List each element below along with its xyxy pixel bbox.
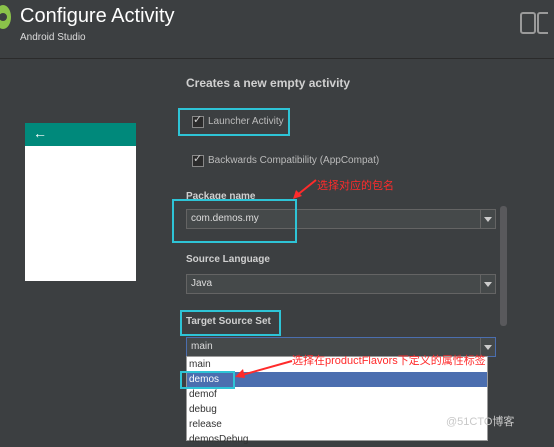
device-icon (520, 12, 548, 34)
target-source-set-value: main (191, 341, 213, 352)
annotation-arrow-icon (235, 360, 293, 378)
checkbox-check-icon (192, 113, 204, 128)
package-dropdown-arrow-icon[interactable] (480, 210, 495, 228)
android-studio-logo-icon (0, 5, 11, 29)
dropdown-option-demosdebug[interactable]: demosDebug (187, 432, 487, 447)
scrollbar[interactable] (500, 206, 507, 326)
launcher-activity-label: Launcher Activity (208, 116, 284, 128)
flavor-annotation: 选择在productFlavors下定义的属性标签 (292, 355, 486, 367)
back-arrow-icon: ← (33, 125, 47, 141)
package-highlight (172, 199, 297, 243)
source-set-dropdown-list[interactable]: main demos demof debug release demosDebu… (186, 356, 488, 445)
annotation-arrow-icon (293, 179, 317, 199)
window-header: Configure Activity Android Studio (0, 0, 554, 59)
dropdown-option-debug[interactable]: debug (187, 402, 487, 417)
activity-description: Creates a new empty activity (186, 76, 351, 90)
target-source-set-label: Target Source Set (186, 316, 271, 327)
watermark: @51CTO博客 (446, 416, 515, 428)
page-subtitle: Android Studio (20, 32, 86, 43)
source-language-value: Java (191, 278, 213, 289)
package-annotation: 选择对应的包名 (317, 180, 394, 192)
source-language-select[interactable]: Java (186, 274, 496, 294)
backwards-compat-label: Backwards Compatibility (AppCompat) (208, 155, 380, 167)
preview-toolbar: ← (25, 123, 136, 146)
backwards-compat-checkbox[interactable]: Backwards Compatibility (AppCompat) (192, 152, 379, 170)
dropdown-option-demof[interactable]: demof (187, 387, 487, 402)
source-language-arrow-icon[interactable] (480, 275, 495, 293)
demos-highlight (180, 371, 235, 389)
dropdown-option-release[interactable]: release (187, 417, 487, 432)
source-language-label: Source Language (186, 254, 270, 265)
launcher-activity-checkbox[interactable]: Launcher Activity (192, 113, 284, 131)
page-title: Configure Activity (20, 5, 175, 27)
checkbox-check-icon (192, 152, 204, 167)
activity-preview: ← (25, 123, 136, 281)
